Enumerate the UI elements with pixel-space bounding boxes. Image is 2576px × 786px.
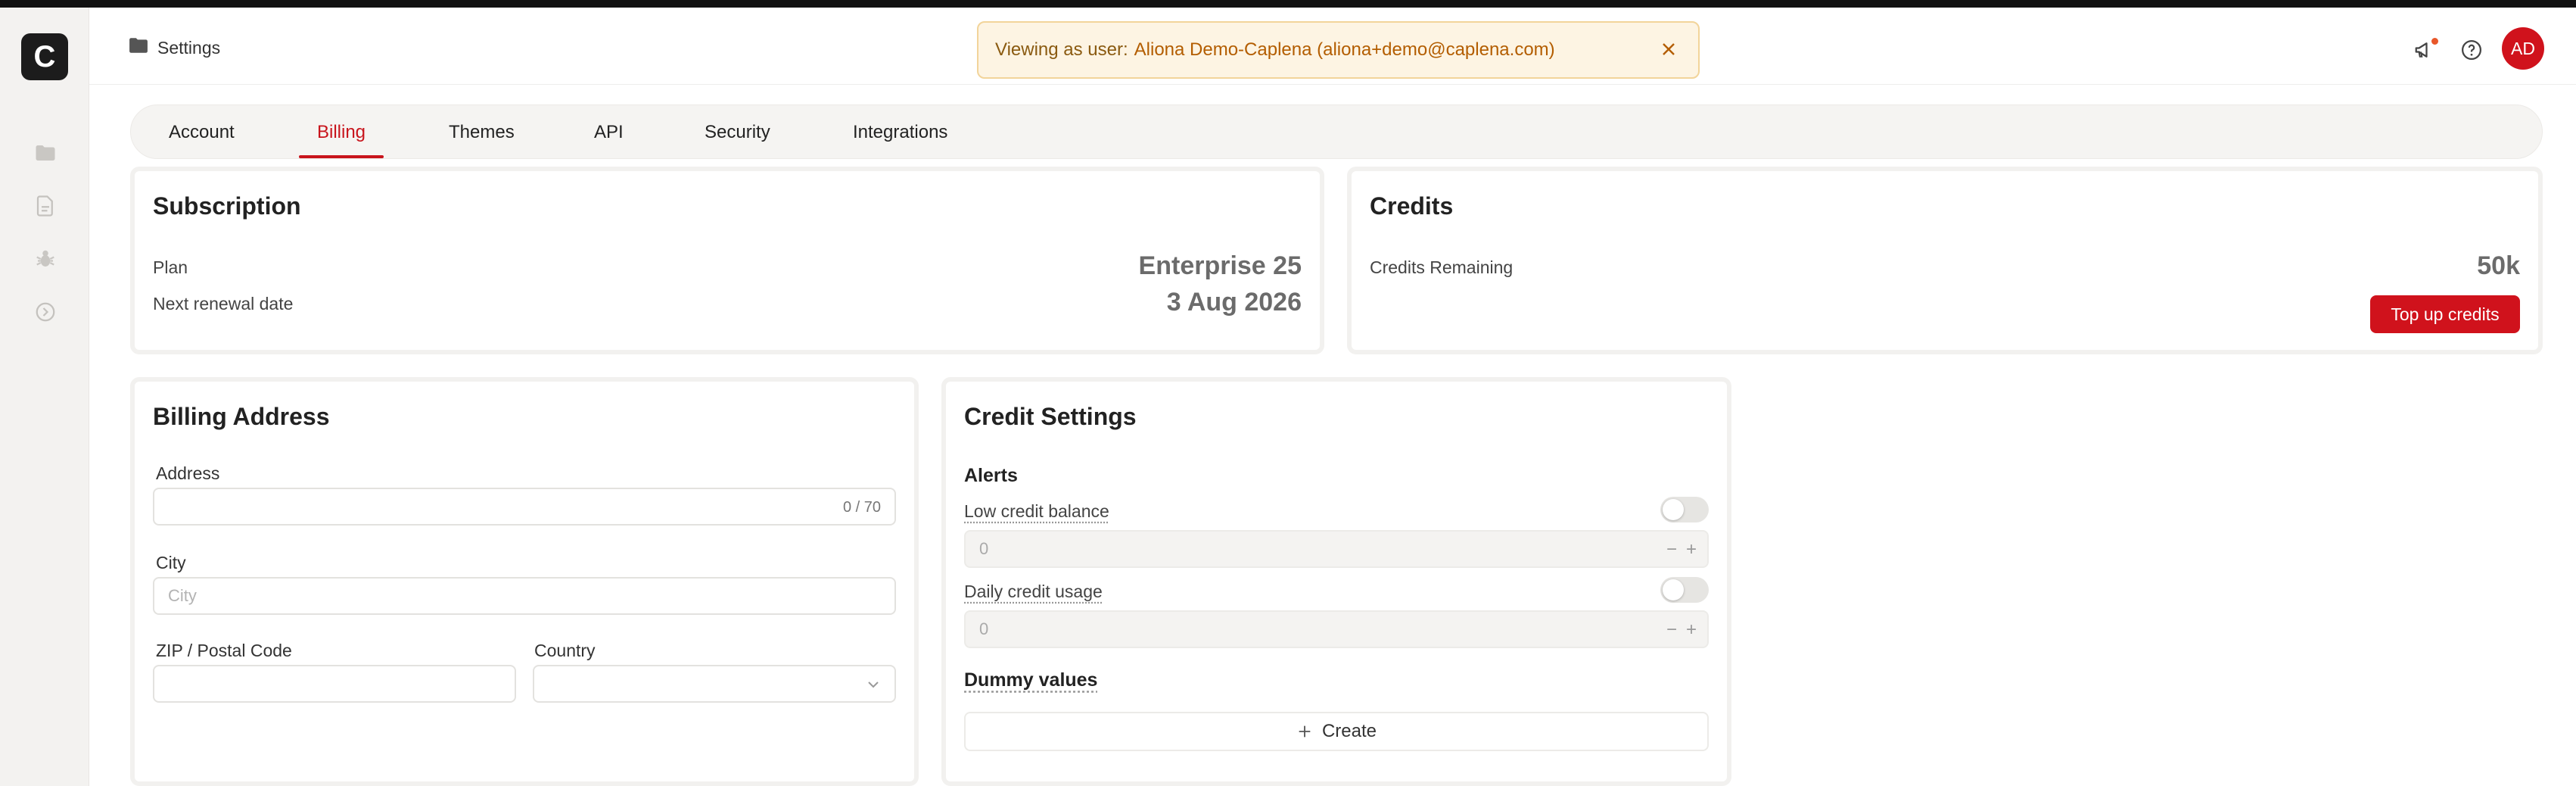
quantity-stepper: − + bbox=[1666, 539, 1697, 560]
breadcrumb: Settings bbox=[129, 36, 220, 59]
address-label: Address bbox=[156, 463, 220, 483]
tab-integrations[interactable]: Integrations bbox=[853, 105, 947, 160]
quantity-stepper: − + bbox=[1666, 619, 1697, 641]
address-input[interactable] bbox=[168, 497, 894, 516]
plan-label: Plan bbox=[153, 257, 188, 277]
renewal-label: Next renewal date bbox=[153, 294, 294, 313]
notification-dot bbox=[2431, 38, 2438, 45]
document-icon[interactable] bbox=[33, 194, 58, 218]
minus-icon[interactable]: − bbox=[1666, 539, 1677, 560]
chevron-down-icon bbox=[868, 682, 879, 688]
help-icon[interactable] bbox=[2458, 36, 2485, 64]
daily-credit-usage-label: Daily credit usage bbox=[964, 582, 1103, 601]
minus-icon[interactable]: − bbox=[1666, 619, 1677, 641]
zip-input[interactable] bbox=[168, 674, 515, 694]
bug-icon[interactable] bbox=[33, 247, 58, 271]
city-input[interactable] bbox=[168, 586, 894, 606]
zip-field[interactable] bbox=[153, 665, 516, 703]
low-credit-balance-toggle[interactable] bbox=[1660, 497, 1709, 522]
city-label: City bbox=[156, 553, 186, 572]
folder-icon bbox=[129, 36, 148, 59]
credit-settings-card: Credit Settings Alerts Low credit balanc… bbox=[941, 377, 1731, 786]
billing-address-card: Billing Address Address 0 / 70 City ZIP … bbox=[130, 377, 919, 786]
credits-title: Credits bbox=[1370, 192, 1454, 220]
credits-card: Credits Credits Remaining 50k Top up cre… bbox=[1347, 167, 2543, 354]
banner-prefix: Viewing as user: bbox=[995, 39, 1128, 60]
credits-remaining-label: Credits Remaining bbox=[1370, 257, 1514, 277]
city-field[interactable] bbox=[153, 577, 896, 615]
plan-value: Enterprise 25 bbox=[1138, 251, 1302, 280]
breadcrumb-label[interactable]: Settings bbox=[157, 38, 220, 58]
avatar[interactable]: AD bbox=[2502, 27, 2544, 70]
tab-billing[interactable]: Billing bbox=[298, 105, 384, 160]
subscription-title: Subscription bbox=[153, 192, 301, 220]
app-logo[interactable]: C bbox=[21, 33, 68, 80]
impersonation-banner: Viewing as user: Aliona Demo-Caplena (al… bbox=[977, 21, 1700, 79]
sidebar: C bbox=[0, 8, 89, 786]
alerts-label: Alerts bbox=[964, 465, 1018, 486]
dummy-values-label: Dummy values bbox=[964, 669, 1098, 691]
tab-security[interactable]: Security bbox=[705, 105, 770, 160]
tab-account[interactable]: Account bbox=[169, 105, 235, 160]
address-field[interactable]: 0 / 70 bbox=[153, 488, 896, 526]
tab-themes[interactable]: Themes bbox=[449, 105, 515, 160]
header: Settings Viewing as user: Aliona Demo-Ca… bbox=[89, 8, 2576, 85]
daily-credit-usage-value: 0 bbox=[979, 619, 989, 638]
banner-user: Aliona Demo-Caplena (aliona+demo@caplena… bbox=[1134, 39, 1555, 60]
subscription-card: Subscription Plan Enterprise 25 Next ren… bbox=[130, 167, 1324, 354]
low-credit-balance-label: Low credit balance bbox=[964, 501, 1109, 521]
billing-address-title: Billing Address bbox=[153, 403, 330, 430]
megaphone-icon[interactable] bbox=[2411, 36, 2438, 64]
renewal-value: 3 Aug 2026 bbox=[1166, 288, 1302, 317]
low-credit-balance-input[interactable]: 0 − + bbox=[964, 530, 1709, 568]
country-select[interactable] bbox=[533, 665, 896, 703]
plus-icon[interactable]: + bbox=[1686, 539, 1697, 560]
create-label: Create bbox=[1321, 721, 1377, 741]
chevron-right-circle-icon[interactable] bbox=[33, 300, 58, 324]
top-stripe bbox=[0, 0, 2576, 8]
daily-credit-usage-input[interactable]: 0 − + bbox=[964, 610, 1709, 648]
plus-icon bbox=[1299, 725, 1311, 738]
settings-tabs: Account Billing Themes API Security Inte… bbox=[130, 104, 2543, 159]
folder-icon[interactable] bbox=[33, 141, 58, 165]
top-up-credits-button[interactable]: Top up credits bbox=[2370, 295, 2520, 333]
close-icon[interactable] bbox=[1657, 38, 1680, 61]
credit-settings-title: Credit Settings bbox=[964, 403, 1137, 430]
credits-remaining-value: 50k bbox=[2477, 251, 2520, 280]
tab-api[interactable]: API bbox=[594, 105, 624, 160]
address-counter: 0 / 70 bbox=[842, 499, 881, 516]
daily-credit-usage-toggle[interactable] bbox=[1660, 577, 1709, 603]
zip-label: ZIP / Postal Code bbox=[156, 641, 292, 660]
low-credit-balance-value: 0 bbox=[979, 539, 989, 558]
plus-icon[interactable]: + bbox=[1686, 619, 1697, 641]
create-button[interactable]: Create bbox=[964, 712, 1709, 751]
country-label: Country bbox=[534, 641, 596, 660]
